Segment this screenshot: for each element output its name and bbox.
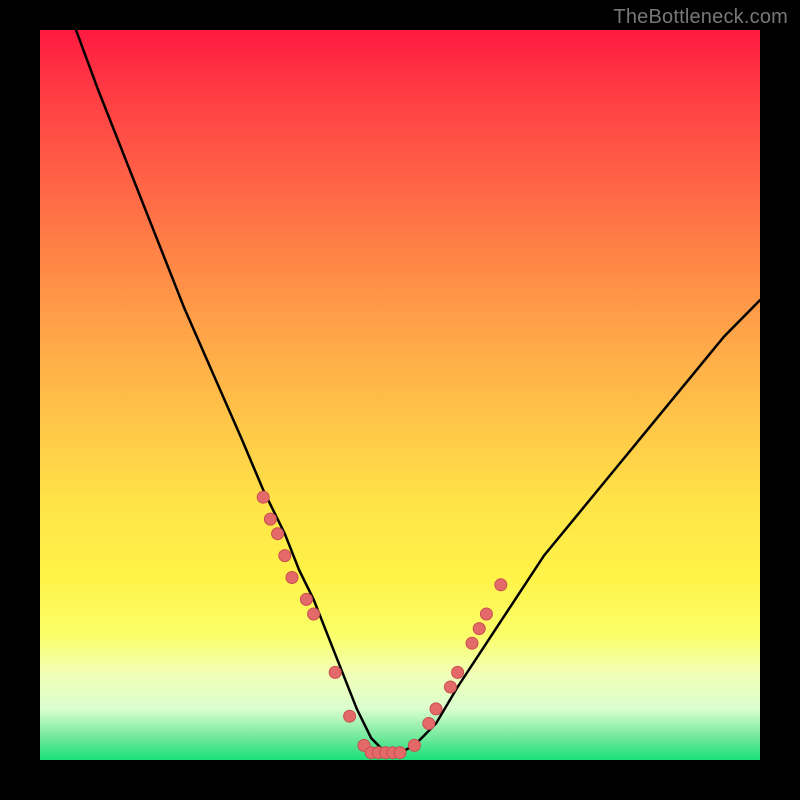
data-point — [300, 593, 312, 605]
marker-layer — [257, 491, 507, 759]
data-point — [473, 623, 485, 635]
watermark-text: TheBottleneck.com — [613, 6, 788, 29]
data-point — [495, 579, 507, 591]
data-point — [466, 637, 478, 649]
curve-layer — [40, 30, 760, 760]
data-point — [394, 747, 406, 759]
data-point — [408, 739, 420, 751]
data-point — [423, 718, 435, 730]
data-point — [480, 608, 492, 620]
data-point — [344, 710, 356, 722]
chart-frame: TheBottleneck.com — [0, 0, 800, 800]
data-point — [272, 528, 284, 540]
data-point — [257, 491, 269, 503]
data-point — [444, 681, 456, 693]
data-point — [264, 513, 276, 525]
data-point — [286, 572, 298, 584]
bottleneck-curve — [76, 30, 760, 753]
data-point — [279, 550, 291, 562]
data-point — [308, 608, 320, 620]
plot-area — [40, 30, 760, 760]
data-point — [329, 666, 341, 678]
data-point — [452, 666, 464, 678]
data-point — [430, 703, 442, 715]
